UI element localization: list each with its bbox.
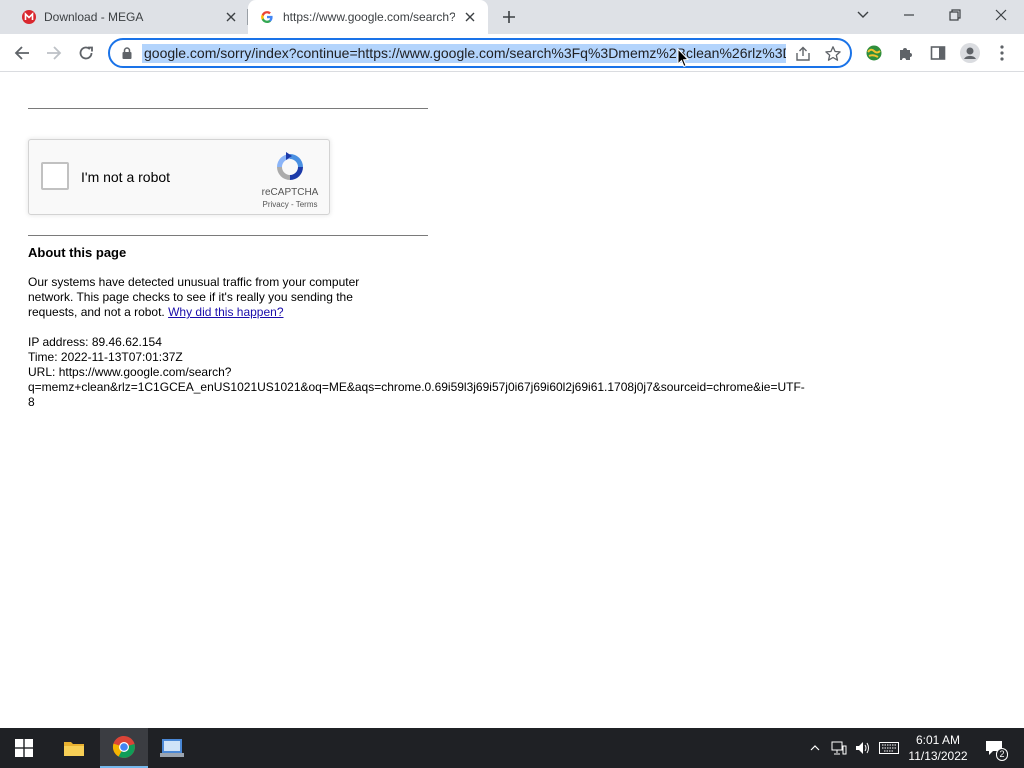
reload-icon (79, 46, 93, 60)
speaker-icon (856, 742, 869, 754)
ip-row: IP address: 89.46.62.154 (28, 335, 805, 350)
recaptcha-widget: I'm not a robot reCAPTCHA Privacy - Term… (28, 139, 330, 215)
action-center-button[interactable]: 2 (980, 728, 1008, 768)
folder-icon (64, 742, 84, 756)
link-separator: - (288, 200, 296, 209)
taskbar-file-explorer[interactable] (50, 728, 98, 768)
chevron-up-icon (810, 745, 820, 751)
privacy-link[interactable]: Privacy (263, 200, 289, 209)
network-icon (831, 741, 847, 755)
star-icon[interactable] (824, 45, 842, 63)
restore-button[interactable] (932, 0, 978, 30)
ip-label: IP address: (28, 335, 92, 349)
kebab-menu-icon (1000, 45, 1004, 61)
tab-google[interactable]: https://www.google.com/search?q=memz+cle… (248, 0, 488, 34)
clock-date: 11/13/2022 (908, 749, 968, 763)
screen: Download - MEGA https://www.google.com/s… (0, 0, 1024, 768)
mega-icon (22, 10, 36, 24)
forward-button[interactable] (41, 40, 67, 66)
keyboard-button[interactable] (876, 728, 902, 768)
url-label: URL: (28, 365, 59, 379)
terms-link[interactable]: Terms (296, 200, 318, 209)
chrome-icon (112, 735, 135, 758)
mouse-cursor-icon (677, 48, 689, 68)
browser-toolbar: google.com/sorry/index?continue=https://… (0, 34, 1024, 72)
side-panel-button[interactable] (925, 40, 951, 66)
divider (28, 108, 428, 109)
close-icon (995, 9, 1007, 21)
control-panel-icon (160, 739, 184, 757)
extension-button[interactable] (861, 40, 887, 66)
profile-button[interactable] (957, 40, 983, 66)
tab-mega[interactable]: Download - MEGA (8, 0, 248, 34)
network-button[interactable] (828, 728, 850, 768)
globe-extension-icon (866, 45, 882, 61)
tab-title: https://www.google.com/search?q=memz+cle… (283, 10, 455, 24)
url-row-continued: 8 (28, 395, 35, 409)
close-tab-icon[interactable] (222, 8, 240, 26)
close-tab-icon[interactable] (461, 8, 479, 26)
lock-icon[interactable] (120, 46, 134, 60)
about-heading: About this page (28, 245, 127, 260)
keyboard-icon (879, 742, 899, 754)
back-button[interactable] (9, 40, 35, 66)
plus-icon (503, 11, 515, 23)
captcha-label: I'm not a robot (81, 169, 171, 185)
volume-button[interactable] (852, 728, 874, 768)
url-row-continued: q=memz+clean&rlz=1C1GCEA_enUS1021US1021&… (28, 380, 805, 394)
time-label: Time: (28, 350, 61, 364)
recaptcha-logo-icon (277, 152, 303, 180)
windows-logo-icon (15, 739, 33, 757)
tab-search-button[interactable] (840, 0, 886, 30)
time-row: Time: 2022-11-13T07:01:37Z (28, 350, 805, 365)
reload-button[interactable] (73, 40, 99, 66)
show-hidden-icons-button[interactable] (806, 728, 824, 768)
url-text[interactable]: google.com/sorry/index?continue=https://… (142, 44, 786, 63)
url-row: URL: https://www.google.com/search? (28, 365, 805, 380)
extensions-button[interactable] (893, 40, 919, 66)
close-window-button[interactable] (978, 0, 1024, 30)
minimize-icon (904, 14, 914, 16)
notification-count-badge: 2 (996, 748, 1008, 761)
side-panel-icon (930, 46, 946, 60)
about-line: Our systems have detected unusual traffi… (28, 275, 360, 289)
not-robot-checkbox[interactable] (41, 162, 69, 190)
time-value: 2022-11-13T07:01:37Z (60, 350, 183, 364)
puzzle-icon (900, 48, 912, 60)
request-details: IP address: 89.46.62.154 Time: 2022-11-1… (28, 335, 805, 410)
avatar-icon (960, 43, 980, 63)
arrow-right-icon (47, 46, 62, 60)
google-g-icon (261, 11, 273, 23)
divider (28, 235, 428, 236)
why-link[interactable]: Why did this happen? (168, 305, 283, 319)
taskbar-chrome[interactable] (100, 728, 148, 768)
restore-icon (949, 9, 961, 21)
tab-strip: Download - MEGA https://www.google.com/s… (0, 0, 1024, 34)
about-text: Our systems have detected unusual traffi… (28, 275, 359, 320)
recaptcha-links: Privacy - Terms (255, 200, 325, 209)
address-bar[interactable]: google.com/sorry/index?continue=https://… (108, 38, 852, 68)
menu-button[interactable] (989, 40, 1015, 66)
clock-time: 6:01 AM (915, 733, 961, 747)
ip-value: 89.46.62.154 (91, 335, 162, 349)
new-tab-button[interactable] (498, 6, 520, 28)
taskbar-clock[interactable]: 6:01 AM 11/13/2022 (900, 732, 976, 764)
about-line: network. This page checks to see if it's… (28, 290, 353, 304)
minimize-button[interactable] (886, 0, 932, 30)
share-icon[interactable] (794, 45, 812, 63)
chevron-down-icon (857, 11, 869, 18)
about-line: requests, and not a robot. Why did this … (28, 305, 359, 320)
url-value: https://www.google.com/search? (58, 365, 232, 379)
about-line-text: requests, and not a robot. (28, 305, 169, 319)
recaptcha-brand: reCAPTCHA (261, 187, 319, 198)
start-button[interactable] (0, 728, 48, 768)
taskbar-app[interactable] (148, 728, 196, 768)
arrow-left-icon (14, 46, 29, 60)
tab-title: Download - MEGA (44, 10, 144, 24)
taskbar: 6:01 AM 11/13/2022 2 (0, 728, 1024, 768)
